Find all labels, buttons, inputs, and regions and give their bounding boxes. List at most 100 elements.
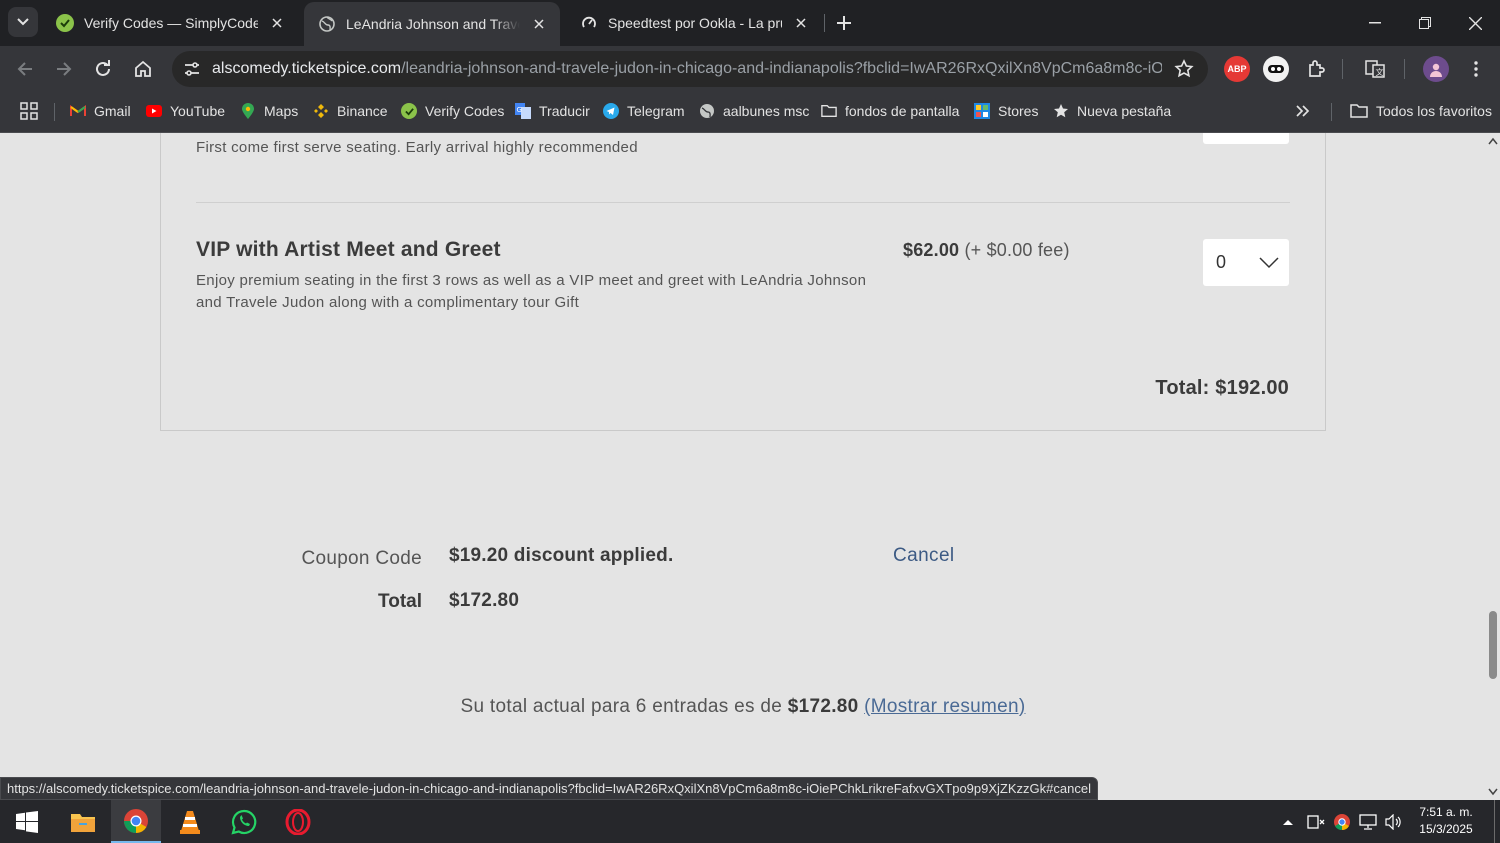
scroll-down-arrow-icon[interactable] <box>1488 788 1498 796</box>
ticket-fee: (+ $0.00 fee) <box>964 240 1070 260</box>
order-summary-line: Su total actual para 6 entradas es de $1… <box>0 696 1486 718</box>
page-scrollbar[interactable] <box>1486 133 1500 800</box>
maps-icon <box>240 103 256 119</box>
translate-icon[interactable]: 文 <box>1362 56 1388 82</box>
quantity-value: 0 <box>1216 252 1227 272</box>
bookmark-maps[interactable]: Maps <box>240 100 298 122</box>
home-button[interactable] <box>129 55 157 83</box>
new-tab-button[interactable] <box>830 9 858 37</box>
link-status-bar: https://alscomedy.ticketspice.com/leandr… <box>0 777 1098 800</box>
tab-verify-codes[interactable]: Verify Codes — SimplyCodes <box>42 4 298 42</box>
bookmark-stores[interactable]: Stores <box>974 100 1038 122</box>
tab-separator <box>824 14 825 32</box>
scrollbar-thumb[interactable] <box>1489 611 1497 679</box>
show-summary-link[interactable]: (Mostrar resumen) <box>864 696 1025 717</box>
close-window-button[interactable] <box>1460 8 1490 38</box>
quantity-select-previous[interactable] <box>1203 133 1289 144</box>
bookmark-label: Gmail <box>94 103 131 119</box>
page-viewport: First come first serve seating. Early ar… <box>0 133 1486 800</box>
forward-button[interactable] <box>50 55 78 83</box>
binance-icon <box>313 103 329 119</box>
bookmark-traducir[interactable]: G Traducir <box>515 100 590 122</box>
ticket-note: First come first serve seating. Early ar… <box>196 139 638 156</box>
more-vertical-icon <box>1474 61 1478 77</box>
bookmark-telegram[interactable]: Telegram <box>603 100 685 122</box>
volume-icon[interactable] <box>1384 812 1404 832</box>
globe-icon <box>699 103 715 119</box>
taskbar-file-explorer[interactable] <box>58 800 108 843</box>
all-bookmarks-button[interactable]: Todos los favoritos <box>1350 100 1492 122</box>
summary-amount: $172.80 <box>787 696 859 717</box>
translate-icon: G <box>515 103 531 119</box>
close-icon[interactable] <box>266 12 288 34</box>
total-label: Total <box>378 591 422 612</box>
scroll-up-arrow-icon[interactable] <box>1488 137 1498 145</box>
ticket-divider <box>196 202 1290 203</box>
bookmark-label: Binance <box>337 103 388 119</box>
close-icon[interactable] <box>528 13 550 35</box>
tab-speedtest[interactable]: Speedtest por Ookla - La prueba de veloc… <box>566 4 822 42</box>
ticket-price: $62.00 (+ $0.00 fee) <box>903 240 1070 261</box>
show-hidden-icons-button[interactable] <box>1278 812 1298 832</box>
chrome-menu-button[interactable] <box>1462 55 1490 83</box>
windows-taskbar: 7:51 a. m. 15/3/2025 <box>0 800 1500 843</box>
bookmark-label: fondos de pantalla <box>845 103 960 119</box>
reload-button[interactable] <box>89 55 117 83</box>
taskbar-whatsapp[interactable] <box>219 800 269 843</box>
system-clock[interactable]: 7:51 a. m. 15/3/2025 <box>1410 804 1482 838</box>
coupon-code-label: Coupon Code <box>301 548 422 569</box>
show-desktop-button[interactable] <box>1494 800 1495 843</box>
windows-logo-icon <box>16 810 38 833</box>
profile-avatar[interactable] <box>1423 56 1449 82</box>
extension-mask-icon[interactable] <box>1263 56 1289 82</box>
bookmark-verify-codes[interactable]: Verify Codes <box>401 100 504 122</box>
home-icon <box>135 60 151 77</box>
bookmark-youtube[interactable]: YouTube <box>146 100 225 122</box>
minimize-button[interactable] <box>1360 8 1390 38</box>
network-icon[interactable] <box>1358 812 1378 832</box>
bookmark-label: Telegram <box>627 103 685 119</box>
tab-strip: Verify Codes — SimplyCodes LeAndria John… <box>0 0 1500 46</box>
opera-icon <box>285 808 311 835</box>
file-explorer-icon <box>71 813 95 832</box>
bookmark-label: Todos los favoritos <box>1376 103 1492 119</box>
restore-button[interactable] <box>1410 8 1440 38</box>
bookmark-nueva-pestana[interactable]: Nueva pestaña <box>1053 100 1171 122</box>
quantity-select[interactable]: 0 <box>1203 239 1289 286</box>
site-settings-icon[interactable] <box>182 59 202 79</box>
coupon-discount-message: $19.20 discount applied. <box>449 545 674 566</box>
bookmark-star-icon[interactable] <box>1174 59 1194 79</box>
extensions-puzzle-icon[interactable] <box>1303 56 1329 82</box>
stores-icon <box>974 103 990 119</box>
bookmark-gmail[interactable]: Gmail <box>70 100 131 122</box>
tab-title: Speedtest por Ookla - La prueba de veloc… <box>608 15 782 31</box>
reload-icon <box>96 60 110 76</box>
summary-text: Su total actual para 6 entradas es de <box>460 696 783 717</box>
speedtest-icon <box>580 14 598 32</box>
tab-search-button[interactable] <box>8 7 38 37</box>
taskbar-vlc[interactable] <box>165 800 215 843</box>
input-method-icon[interactable] <box>1306 812 1326 832</box>
chrome-tray-icon[interactable] <box>1332 812 1352 832</box>
ticket-description: Enjoy premium seating in the first 3 row… <box>196 272 867 311</box>
taskbar-opera[interactable] <box>273 800 323 843</box>
more-bookmarks-button[interactable] <box>1296 100 1310 122</box>
start-button[interactable] <box>2 800 52 843</box>
bookmarks-divider <box>54 103 55 121</box>
globe-icon <box>318 15 336 33</box>
adblock-plus-icon[interactable]: ABP <box>1224 56 1250 82</box>
minimize-icon <box>1369 22 1381 24</box>
folder-icon <box>821 103 837 119</box>
coupon-cancel-link[interactable]: Cancel <box>893 545 955 567</box>
youtube-icon <box>146 103 162 119</box>
bookmark-aalbunes-msc[interactable]: aalbunes msc <box>699 100 809 122</box>
back-button[interactable] <box>11 55 39 83</box>
bookmark-binance[interactable]: Binance <box>313 100 388 122</box>
address-bar[interactable]: alscomedy.ticketspice.com/leandria-johns… <box>172 51 1208 87</box>
taskbar-chrome[interactable] <box>111 800 161 843</box>
close-icon[interactable] <box>790 12 812 34</box>
bookmarks-divider <box>1331 103 1332 121</box>
apps-button[interactable] <box>20 100 38 122</box>
tab-leandria-johnson[interactable]: LeAndria Johnson and Travele Judon in Ch… <box>304 2 560 46</box>
bookmark-fondos-de-pantalla[interactable]: fondos de pantalla <box>821 100 959 122</box>
